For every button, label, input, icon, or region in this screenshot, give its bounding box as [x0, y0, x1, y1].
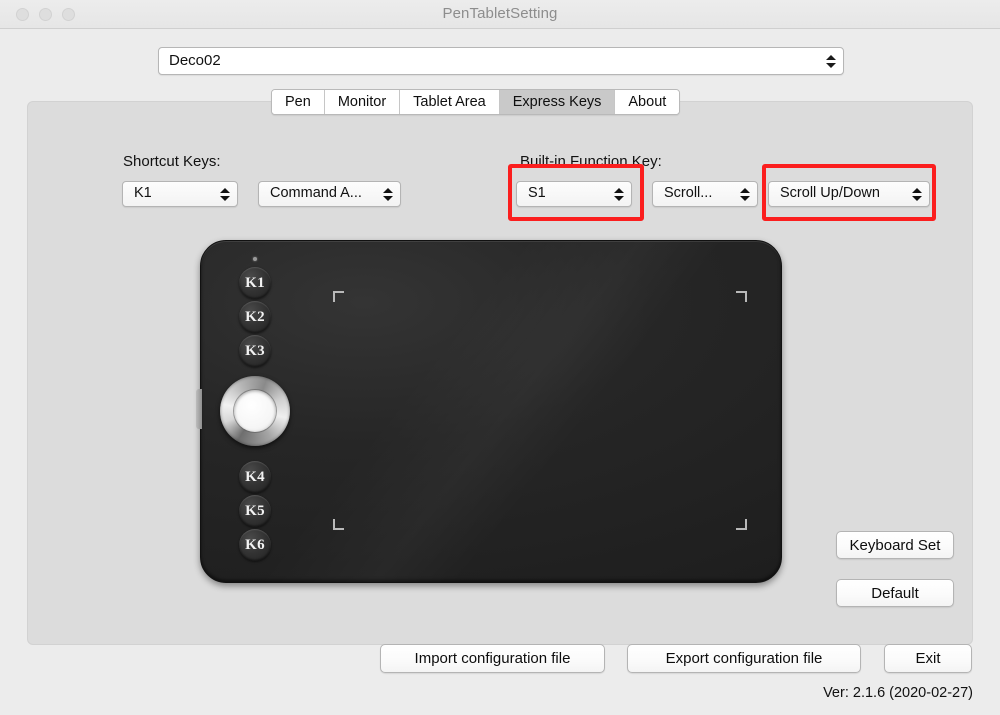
pen-tablet-setting-window: PenTabletSetting Deco02 Pen Monitor Tabl… — [0, 0, 1000, 715]
tab-tablet-area[interactable]: Tablet Area — [400, 90, 500, 114]
builtin-action-select-value: Scroll Up/Down — [780, 185, 880, 201]
device-select[interactable]: Deco02 — [158, 47, 844, 75]
tab-pen[interactable]: Pen — [272, 90, 325, 114]
import-configuration-button[interactable]: Import configuration file — [380, 644, 605, 673]
active-area-corner-bottom-left — [333, 519, 344, 530]
active-area-corner-bottom-right — [736, 519, 747, 530]
tablet-key-k2[interactable]: K2 — [239, 301, 271, 333]
keyboard-set-button[interactable]: Keyboard Set — [836, 531, 954, 559]
window-title: PenTabletSetting — [442, 5, 558, 22]
tablet-key-k4[interactable]: K4 — [239, 461, 271, 493]
tablet-illustration: K1 K2 K3 K4 K5 K6 — [196, 240, 782, 583]
version-label: Ver: 2.1.6 (2020-02-27) — [823, 685, 973, 701]
tablet-scroll-ring[interactable] — [220, 376, 290, 446]
tablet-body: K1 K2 K3 K4 K5 K6 — [196, 240, 782, 583]
active-area-corner-top-right — [736, 291, 747, 302]
stepper-updown-icon — [219, 184, 230, 204]
builtin-function-key-label: Built-in Function Key: — [520, 153, 662, 170]
tablet-key-k1[interactable]: K1 — [239, 267, 271, 299]
shortcut-action-select[interactable]: Command A... — [258, 181, 401, 207]
shortcut-key-select[interactable]: K1 — [122, 181, 238, 207]
stepper-updown-icon — [825, 51, 836, 71]
tab-bar: Pen Monitor Tablet Area Express Keys Abo… — [271, 89, 681, 115]
title-bar: PenTabletSetting — [0, 0, 1000, 29]
tablet-key-k6[interactable]: K6 — [239, 529, 271, 561]
active-area-corner-top-left — [333, 291, 344, 302]
tablet-key-k3[interactable]: K3 — [239, 335, 271, 367]
export-configuration-button[interactable]: Export configuration file — [627, 644, 861, 673]
default-button[interactable]: Default — [836, 579, 954, 607]
stepper-updown-icon — [382, 184, 393, 204]
device-select-value: Deco02 — [169, 52, 221, 69]
stepper-updown-icon — [613, 184, 624, 204]
stepper-updown-icon — [739, 184, 750, 204]
builtin-mode-select-value: Scroll... — [664, 185, 713, 201]
tab-about[interactable]: About — [615, 90, 680, 114]
shortcut-key-select-value: K1 — [134, 185, 152, 201]
exit-button[interactable]: Exit — [884, 644, 972, 673]
builtin-action-select[interactable]: Scroll Up/Down — [768, 181, 930, 207]
builtin-key-select-value: S1 — [528, 185, 546, 201]
tab-monitor[interactable]: Monitor — [324, 90, 401, 114]
builtin-mode-select[interactable]: Scroll... — [652, 181, 758, 207]
tab-express-keys[interactable]: Express Keys — [499, 90, 616, 114]
tablet-scroll-ring-center[interactable] — [234, 390, 276, 432]
shortcut-keys-label: Shortcut Keys: — [123, 153, 221, 170]
shortcut-action-select-value: Command A... — [270, 185, 362, 201]
tablet-key-k5[interactable]: K5 — [239, 495, 271, 527]
stepper-updown-icon — [911, 184, 922, 204]
tablet-side-button — [196, 389, 202, 429]
builtin-key-select[interactable]: S1 — [516, 181, 632, 207]
status-led-icon — [253, 257, 257, 261]
